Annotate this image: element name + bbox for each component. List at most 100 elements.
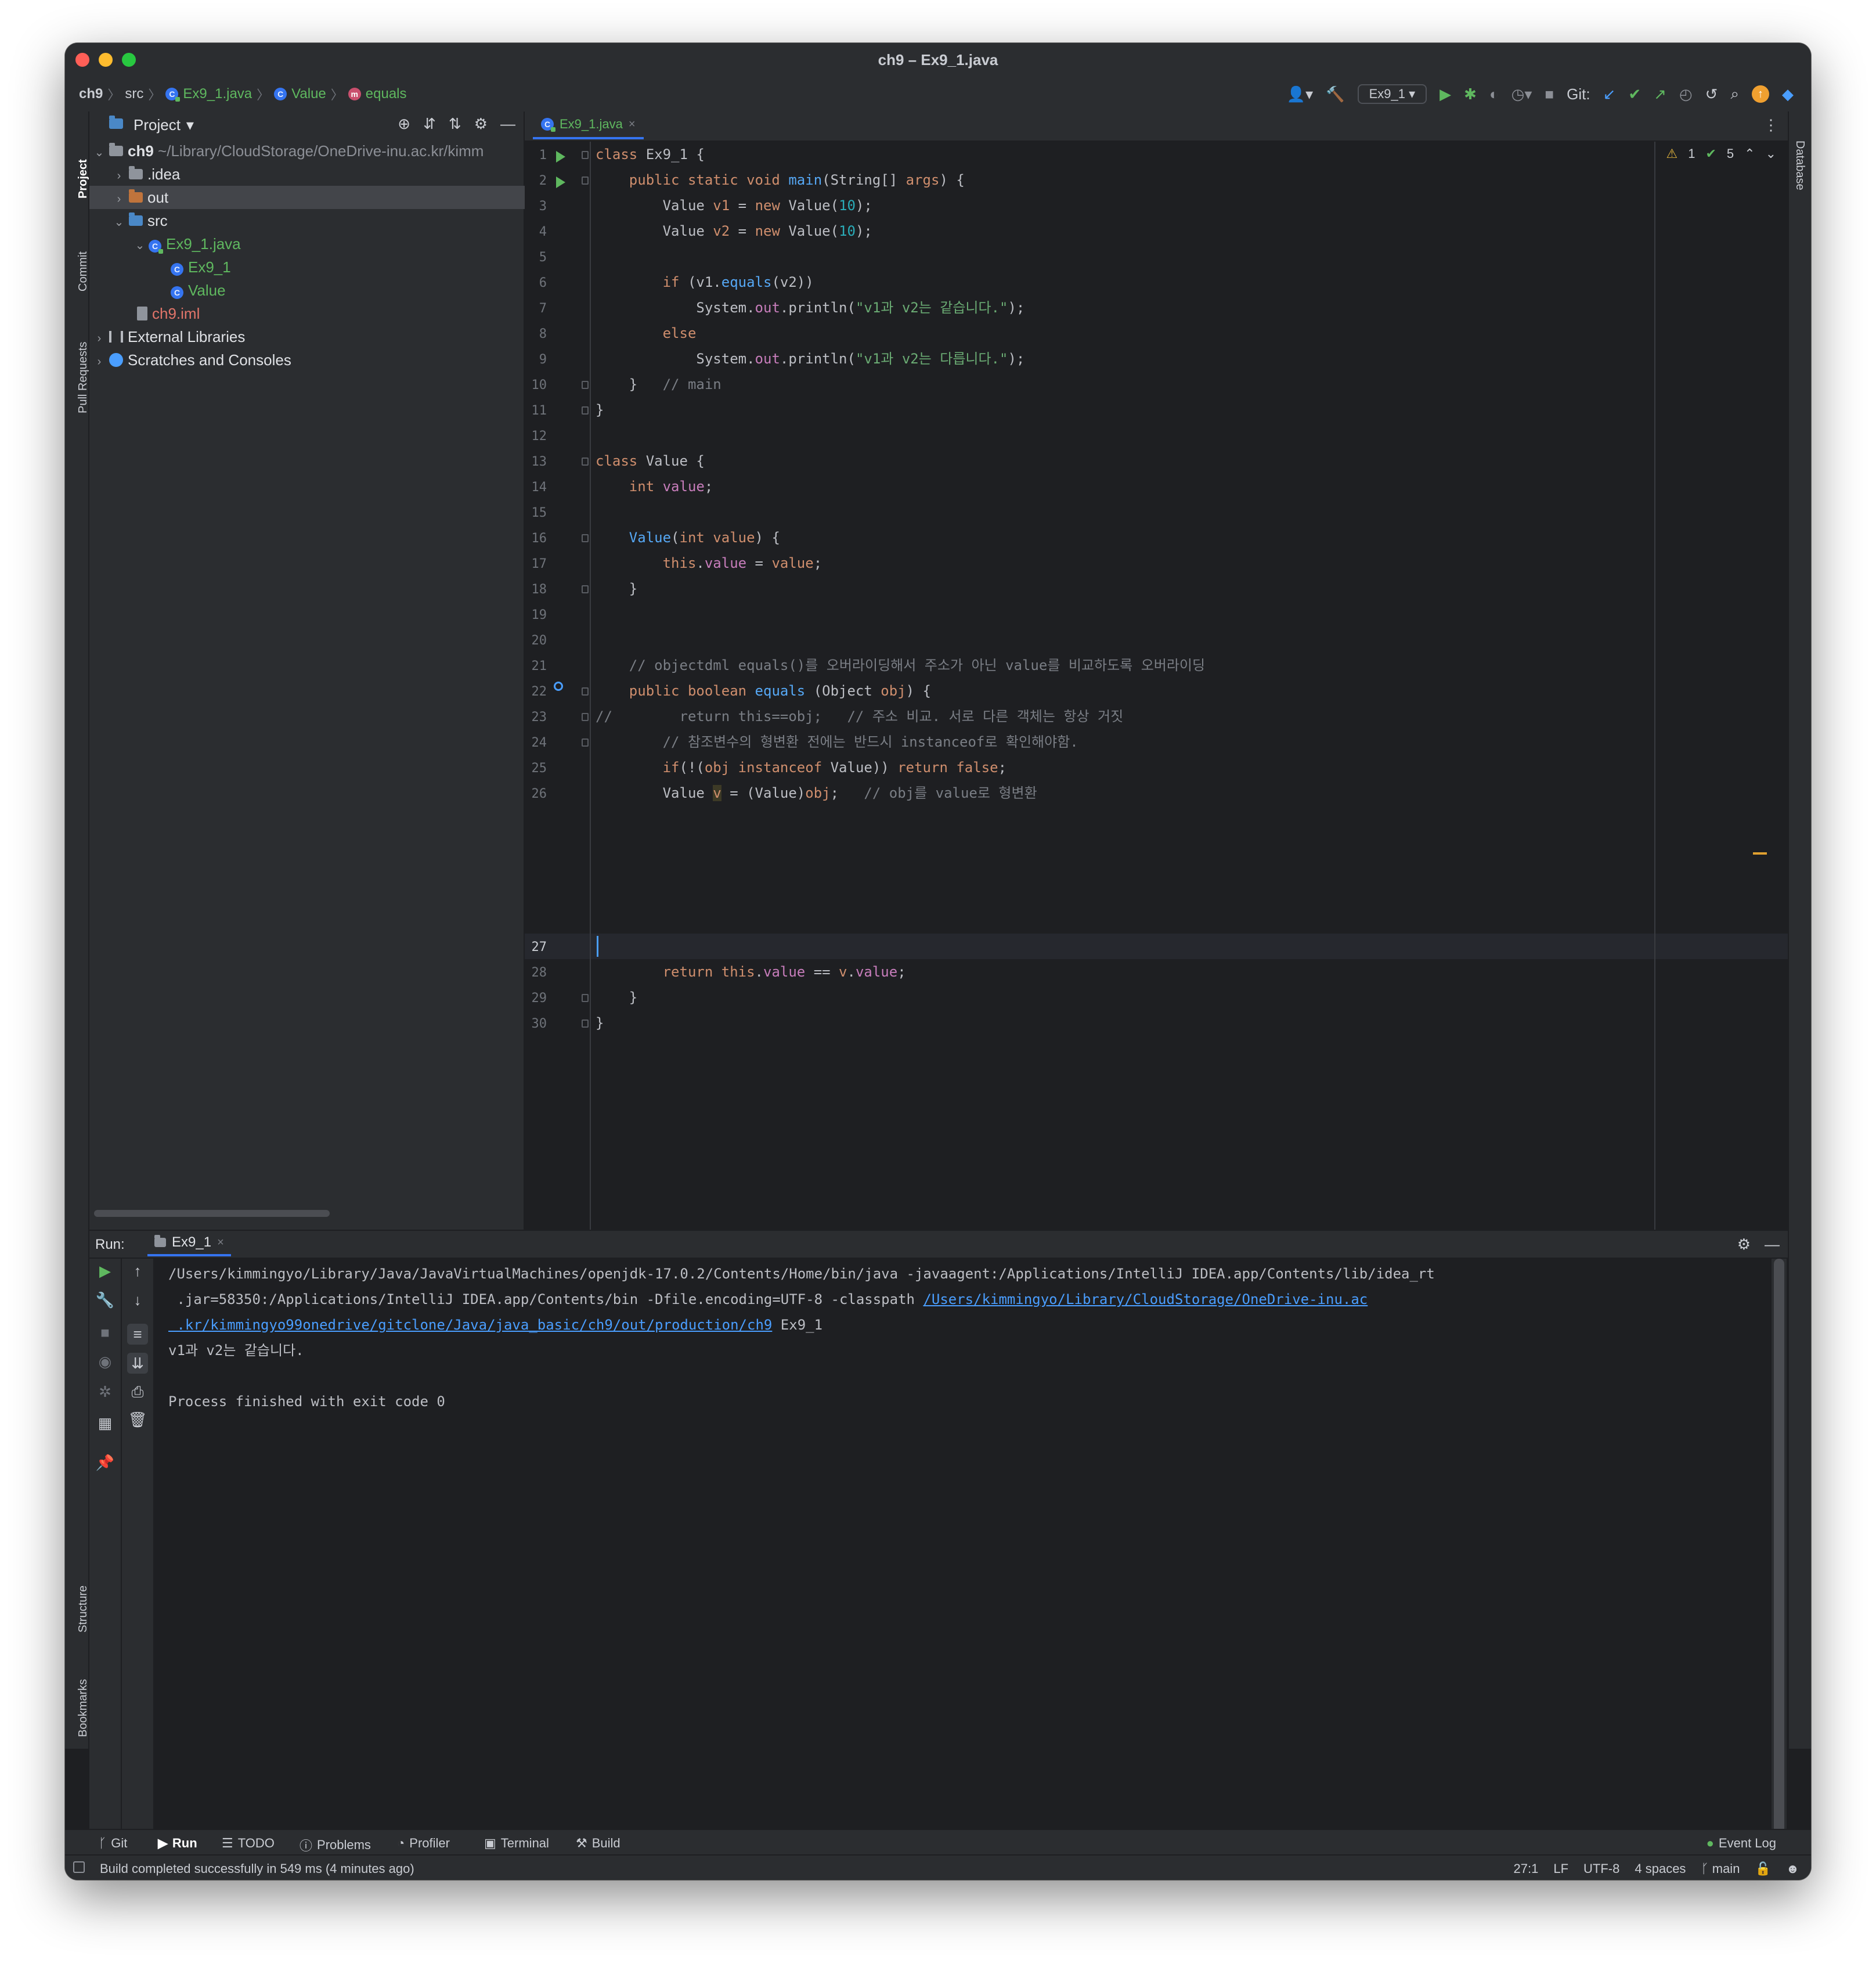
arrow-down-icon[interactable]: ↓ [122, 1291, 153, 1309]
camera-icon[interactable]: ◉ [89, 1353, 121, 1371]
tool-window-terminal[interactable]: ▣ Terminal [484, 1836, 549, 1851]
crumb-class[interactable]: Value [291, 86, 326, 102]
git-commit-icon[interactable]: ✔ [1628, 85, 1641, 103]
classpath-link[interactable]: /Users/kimmingyo/Library/CloudStorage/On… [923, 1291, 1368, 1307]
tree-item-java-file[interactable]: ⌄ C Ex9_1.java [89, 232, 568, 255]
update-icon[interactable]: ↑ [1752, 85, 1769, 103]
close-tab-icon[interactable]: × [629, 118, 636, 131]
scroll-to-end-icon[interactable]: ⇊ [127, 1353, 148, 1374]
chevron-down-icon[interactable]: ⌄ [134, 234, 146, 255]
fold-marker[interactable] [582, 457, 589, 466]
status-message[interactable]: Build completed successfully in 549 ms (… [100, 1861, 414, 1876]
rerun-icon[interactable]: ▶ [89, 1262, 121, 1280]
tool-window-problems[interactable]: ⓘ Problems [300, 1836, 371, 1854]
run-gutter-icon[interactable] [556, 151, 565, 163]
user-icon[interactable]: 👤▾ [1287, 85, 1313, 103]
structure-stripe-button[interactable]: Structure [77, 1586, 90, 1633]
tree-item-idea[interactable]: › .idea [89, 163, 547, 186]
expand-all-icon[interactable]: ⇵ [423, 115, 436, 133]
settings-dim-icon[interactable]: ✲ [89, 1383, 121, 1401]
console-output[interactable]: /Users/kimmingyo/Library/Java/JavaVirtua… [154, 1259, 1761, 1861]
collapse-all-icon[interactable]: ⇅ [449, 115, 461, 133]
toggle-tool-windows-icon[interactable] [73, 1861, 85, 1873]
tree-item-external-libraries[interactable]: › External Libraries [89, 325, 527, 348]
print-icon[interactable]: ⎙ [122, 1383, 153, 1402]
database-stripe-button[interactable]: Database [1793, 140, 1806, 190]
lock-icon[interactable]: 🔓 [1755, 1861, 1770, 1876]
search-icon[interactable]: ⌕ [1730, 85, 1739, 103]
crumb-file[interactable]: Ex9_1.java [183, 86, 252, 102]
project-view-select[interactable]: Project ▾ [106, 116, 194, 134]
project-stripe-button[interactable]: Project [77, 159, 90, 199]
more-options-icon[interactable]: ⋮ [1763, 116, 1778, 134]
stop-icon[interactable]: ■ [1545, 85, 1554, 103]
chevron-down-icon[interactable]: ⌄ [113, 211, 125, 232]
bookmarks-stripe-button[interactable]: Bookmarks [77, 1679, 90, 1737]
hide-icon[interactable]: — [1765, 1235, 1780, 1253]
run-icon[interactable]: ▶ [1440, 85, 1451, 103]
chevron-down-icon[interactable]: ⌄ [93, 141, 106, 163]
tab-ex9-java[interactable]: C Ex9_1.java × [533, 111, 644, 139]
indent-setting[interactable]: 4 spaces [1635, 1861, 1686, 1876]
arrow-up-icon[interactable]: ↑ [122, 1262, 153, 1280]
chevron-right-icon[interactable]: › [113, 164, 125, 186]
tool-window-run[interactable]: ▶ Run [158, 1836, 197, 1851]
tool-window-git[interactable]: ᚴ Git [99, 1836, 127, 1851]
inspection-widget[interactable]: ⚠ 1 ✔ 5 ⌃ ⌄ [1666, 146, 1776, 161]
file-encoding[interactable]: UTF-8 [1583, 1861, 1619, 1876]
run-tab-ex9[interactable]: Ex9_1 × [147, 1231, 231, 1256]
chevron-right-icon[interactable]: › [93, 350, 106, 372]
pull-requests-stripe-button[interactable]: Pull Requests [77, 342, 90, 413]
fold-marker[interactable] [582, 151, 589, 159]
git-update-icon[interactable]: ↙ [1603, 85, 1616, 103]
history-icon[interactable]: ◴ [1679, 85, 1693, 103]
close-tab-icon[interactable]: × [217, 1236, 224, 1249]
fold-marker[interactable] [582, 585, 589, 593]
tool-window-profiler[interactable]: ◔ Profiler [397, 1836, 450, 1851]
tool-window-build[interactable]: ⚒ Build [576, 1836, 620, 1851]
tree-item-out[interactable]: › out [89, 186, 547, 209]
wrench-icon[interactable]: 🔧 [89, 1291, 121, 1309]
trash-icon[interactable]: 🗑 [122, 1411, 153, 1429]
locate-icon[interactable]: ⊕ [398, 115, 410, 133]
fold-marker[interactable] [582, 1019, 589, 1028]
crumb-method[interactable]: equals [366, 86, 407, 102]
coverage-icon[interactable]: ◐ [1489, 85, 1499, 103]
git-branch[interactable]: ᚴ main [1701, 1861, 1740, 1876]
project-horizontal-scrollbar[interactable] [94, 1210, 330, 1217]
tree-item-scratches[interactable]: › Scratches and Consoles [89, 348, 527, 372]
scrollbar-thumb[interactable] [1774, 1259, 1784, 1851]
run-gutter-icon[interactable] [556, 176, 565, 188]
fold-marker[interactable] [582, 687, 589, 696]
hide-icon[interactable]: — [500, 115, 515, 133]
inspections-profile-icon[interactable]: ☻ [1786, 1861, 1799, 1876]
chevron-right-icon[interactable]: › [113, 188, 125, 209]
gear-icon[interactable]: ⚙ [474, 115, 488, 133]
fold-marker[interactable] [582, 176, 589, 185]
fold-marker[interactable] [582, 381, 589, 389]
tool-window-todo[interactable]: ☰ TODO [222, 1836, 275, 1851]
gear-icon[interactable]: ⚙ [1737, 1235, 1751, 1253]
fold-marker[interactable] [582, 534, 589, 542]
classpath-link[interactable]: .kr/kimmingyo99onedrive/gitclone/Java/ja… [168, 1317, 772, 1333]
next-highlight-icon[interactable]: ⌄ [1766, 146, 1776, 161]
tree-item-src[interactable]: ⌄ src [89, 209, 547, 232]
fold-marker[interactable] [582, 738, 589, 747]
stop-icon[interactable]: ■ [89, 1324, 121, 1342]
override-gutter-icon[interactable] [554, 682, 563, 691]
commit-stripe-button[interactable]: Commit [77, 251, 90, 291]
fold-marker[interactable] [582, 713, 589, 721]
console-scrollbar[interactable] [1772, 1259, 1787, 1861]
jetbrains-icon[interactable]: ◆ [1782, 85, 1794, 103]
chevron-right-icon[interactable]: › [93, 327, 106, 348]
caret-position[interactable]: 27:1 [1514, 1861, 1539, 1876]
code-editor[interactable]: 1 2 3 4 5 6 7 8 9 10 11 12 13 14 15 16 1… [525, 142, 1788, 1230]
layout-icon[interactable]: ▦ [89, 1414, 121, 1432]
crumb-src[interactable]: src [125, 86, 143, 102]
fold-marker[interactable] [582, 406, 589, 415]
soft-wrap-icon[interactable]: ≡ [127, 1324, 148, 1345]
debug-icon[interactable]: ✱ [1464, 85, 1477, 103]
git-push-icon[interactable]: ↗ [1654, 85, 1666, 103]
rollback-icon[interactable]: ↺ [1705, 85, 1718, 103]
line-separator[interactable]: LF [1553, 1861, 1568, 1876]
